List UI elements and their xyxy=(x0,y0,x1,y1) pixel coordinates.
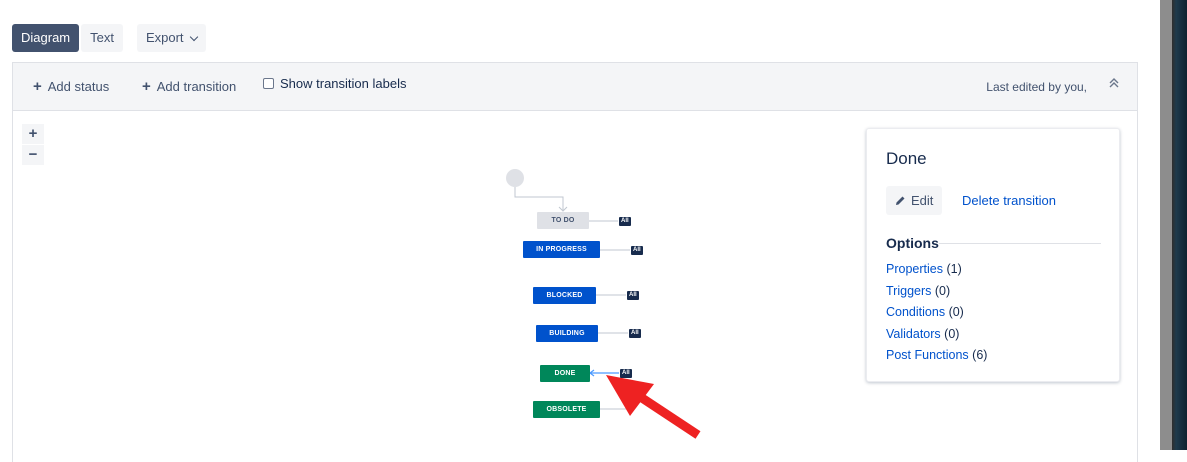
delete-transition-link[interactable]: Delete transition xyxy=(962,193,1056,208)
background-window-edge xyxy=(1160,0,1187,450)
status-in-progress[interactable]: IN PROGRESS xyxy=(523,241,600,258)
all-badge-building[interactable]: All xyxy=(629,329,641,338)
option-conditions: Conditions (0) xyxy=(886,305,987,327)
option-validators: Validators (0) xyxy=(886,327,987,349)
option-properties: Properties (1) xyxy=(886,262,987,284)
start-node[interactable] xyxy=(506,169,524,187)
triggers-link[interactable]: Triggers xyxy=(886,284,931,298)
edit-label: Edit xyxy=(911,193,934,208)
conditions-count: (0) xyxy=(948,305,964,319)
annotation-arrow xyxy=(606,375,701,439)
status-done[interactable]: DONE xyxy=(540,365,590,382)
all-badge-blocked[interactable]: All xyxy=(627,291,639,300)
properties-count: (1) xyxy=(946,262,962,276)
pencil-icon xyxy=(896,196,905,205)
all-badge-done[interactable]: All xyxy=(620,369,632,378)
options-heading: Options xyxy=(886,235,939,251)
properties-link[interactable]: Properties xyxy=(886,262,943,276)
validators-count: (0) xyxy=(944,326,960,341)
triggers-count: (0) xyxy=(934,283,951,298)
option-triggers: Triggers (0) xyxy=(886,284,987,306)
options-list: Properties (1) Triggers (0) Conditions (… xyxy=(886,262,987,370)
status-obsolete[interactable]: OBSOLETE xyxy=(533,401,600,418)
all-badge-in-progress[interactable]: All xyxy=(631,246,643,255)
transition-details-card: Done Edit Delete transition Options Prop… xyxy=(866,128,1120,382)
edit-button[interactable]: Edit xyxy=(886,186,943,215)
all-badge-todo[interactable]: All xyxy=(619,217,631,226)
status-todo[interactable]: TO DO xyxy=(537,212,589,229)
initial-transition-line xyxy=(514,187,564,210)
options-divider xyxy=(939,243,1101,244)
transition-title: Done xyxy=(886,149,927,168)
option-post-functions: Post Functions (6) xyxy=(886,348,987,370)
status-building[interactable]: BUILDING xyxy=(536,325,598,342)
post-functions-link[interactable]: Post Functions xyxy=(886,348,969,362)
post-functions-count: (6) xyxy=(972,348,988,362)
status-blocked[interactable]: BLOCKED xyxy=(533,287,596,304)
conditions-link[interactable]: Conditions xyxy=(886,305,945,319)
validators-link[interactable]: Validators xyxy=(886,327,941,341)
